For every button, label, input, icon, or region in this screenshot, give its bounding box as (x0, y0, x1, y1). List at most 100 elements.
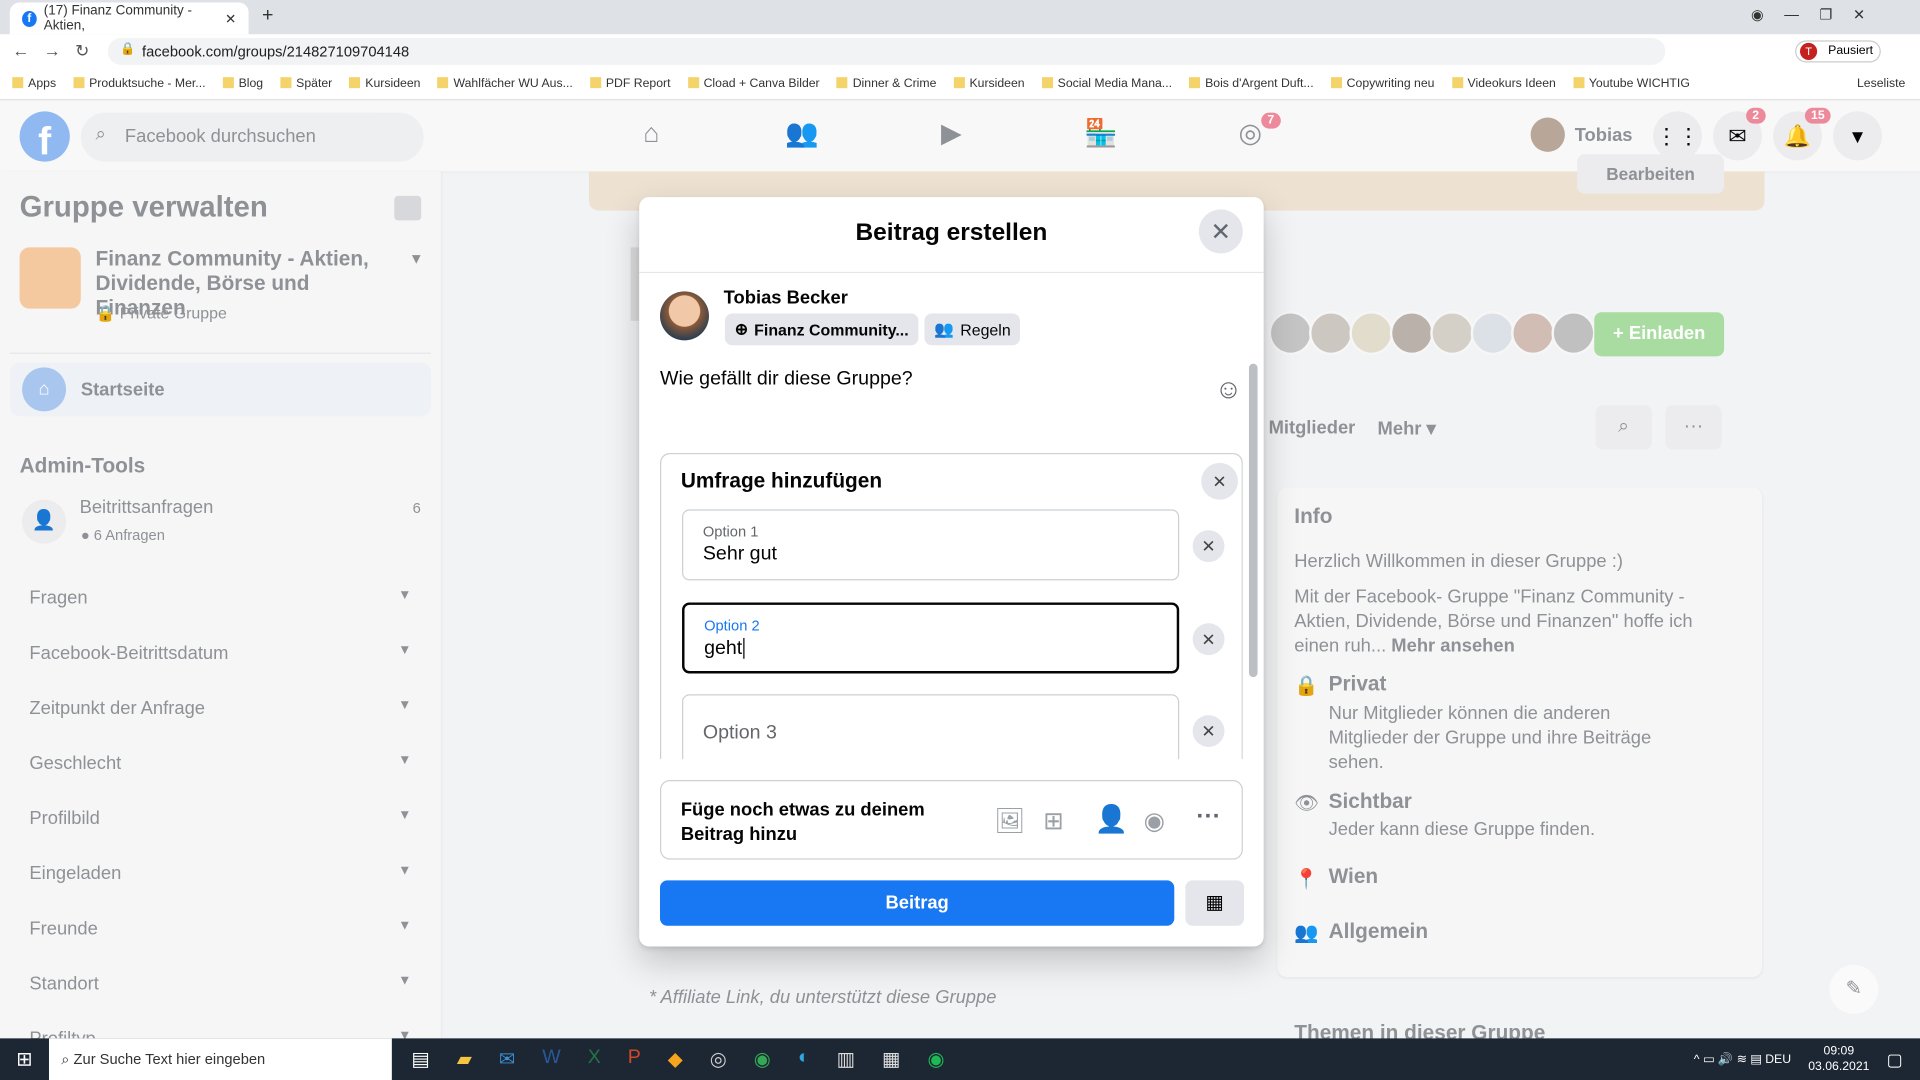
bookmark-item[interactable]: Dinner & Crime (836, 77, 936, 91)
bookmark-item[interactable]: Später (280, 77, 332, 91)
filter-dropdown[interactable]: Profilbild ▼ (29, 808, 411, 829)
invite-button[interactable]: + Einladen (1594, 312, 1725, 357)
post-text-input[interactable]: Wie gefällt dir diese Gruppe? (660, 369, 913, 391)
filter-dropdown[interactable]: Facebook-Beitrittsdatum ▼ (29, 643, 411, 664)
new-tab-icon[interactable]: + (262, 5, 273, 27)
member-avatar[interactable] (1308, 311, 1354, 356)
remove-option-3-icon[interactable]: ✕ (1192, 715, 1225, 747)
close-tab-icon[interactable]: ✕ (225, 10, 236, 27)
member-avatar[interactable] (1511, 311, 1556, 356)
windows-taskbar: ⊞ ⌕ Zur Suche Text hier eingeben ▤ ▰ ✉ W X P ◆… (0, 1038, 1920, 1080)
filter-dropdown[interactable]: Fragen ▼ (29, 588, 411, 609)
remove-poll-icon[interactable]: ✕ (1201, 462, 1238, 500)
collapse-sidebar-icon[interactable] (394, 195, 422, 221)
close-dialog-icon[interactable]: ✕ (1198, 209, 1243, 254)
member-avatar[interactable] (1349, 311, 1394, 356)
filter-dropdown[interactable]: Geschlecht ▼ (29, 753, 411, 774)
filter-dropdown[interactable]: Eingeladen ▼ (29, 863, 411, 884)
poll-option-2-input[interactable]: Option 2 geht (682, 602, 1180, 674)
member-avatar[interactable] (1551, 311, 1596, 356)
audience-selector[interactable]: ⊕ Finanz Community... (724, 313, 919, 346)
poll-option-3-input[interactable]: Option 3 (682, 694, 1180, 760)
video-add-icon[interactable]: ⊞ (1043, 806, 1064, 837)
chevron-down-icon: ▼ (398, 587, 412, 603)
tab-members[interactable]: Mitglieder (1269, 418, 1356, 439)
filter-dropdown[interactable]: Zeitpunkt der Anfrage ▼ (29, 698, 411, 719)
member-avatars[interactable] (1268, 311, 1596, 356)
marketplace-nav-icon[interactable]: 🏪 (1082, 118, 1119, 155)
profile-link[interactable]: Tobias (1530, 117, 1633, 152)
new-message-icon[interactable]: ✎ (1829, 964, 1879, 1014)
bookmark-item[interactable]: Copywriting neu (1330, 77, 1434, 91)
friends-nav-icon[interactable]: 👥 (784, 118, 821, 155)
facebook-logo[interactable]: f (19, 111, 70, 163)
edit-cover-button[interactable]: Bearbeiten (1577, 154, 1725, 194)
filter-dropdown[interactable]: Standort ▼ (29, 973, 411, 994)
window-controls[interactable]: ◉ — ❐ ✕ (1751, 6, 1865, 23)
group-icon: ⊕ (734, 319, 749, 338)
sidebar-item-beitrittsanfragen[interactable]: 👤 Beitrittsanfragen ● 6 Anfragen 6 (20, 492, 424, 553)
rules-button[interactable]: 👥 Regeln (924, 313, 1021, 346)
bookmark-item[interactable]: Youtube WICHTIG (1572, 77, 1690, 91)
home-nav-icon[interactable]: ⌂ (633, 118, 670, 155)
reading-list-button[interactable]: Leseliste (1857, 77, 1905, 90)
taskbar-apps[interactable]: ▤ ▰ ✉ W X P ◆ ◎ ◉ ◐ ▥ ▦ ◉ (411, 1047, 944, 1071)
author-avatar[interactable] (660, 291, 709, 341)
facebook-search-input[interactable]: ⌕ Facebook durchsuchen (80, 112, 424, 162)
windows-start-icon[interactable]: ⊞ (0, 1047, 49, 1071)
sidebar-item-startseite[interactable]: ⌂ Startseite (9, 362, 432, 417)
divider (639, 271, 1264, 274)
lock-icon: 🔒 (120, 42, 136, 57)
nav-buttons[interactable]: ← → ↻ (12, 40, 89, 61)
url-bar[interactable]: 🔒 facebook.com/groups/214827109704148 (107, 37, 1666, 65)
bookmark-item[interactable]: Kursideen (953, 77, 1025, 91)
member-avatar[interactable] (1389, 311, 1434, 356)
bookmark-item[interactable]: Cload + Canva Bilder (687, 77, 820, 91)
bookmark-item[interactable]: Produktsuche - Mer... (73, 77, 206, 91)
more-options-icon[interactable]: ··· (1665, 405, 1722, 450)
bookmark-item[interactable]: Social Media Mana... (1041, 77, 1172, 91)
url-text: facebook.com/groups/214827109704148 (142, 42, 410, 61)
more-link[interactable]: Mehr ansehen (1391, 636, 1515, 657)
member-avatar[interactable] (1430, 311, 1475, 356)
post-button[interactable]: Beitrag (660, 880, 1175, 926)
profile-button[interactable]: T Pausiert (1795, 40, 1881, 63)
bookmark-item[interactable]: Wahlfächer WU Aus... (437, 77, 573, 91)
poll-option-1-input[interactable]: Option 1 Sehr gut (682, 509, 1180, 581)
group-thumbnail[interactable] (19, 247, 81, 309)
bookmark-item[interactable]: Blog (222, 77, 263, 91)
bookmark-item[interactable]: Apps (12, 77, 56, 91)
group-search-icon[interactable]: ⌕ (1595, 405, 1652, 450)
sidebar-title: Gruppe verwalten (19, 191, 268, 225)
chevron-down-icon[interactable]: ▼ (409, 250, 424, 267)
bookmark-item[interactable]: PDF Report (589, 77, 671, 91)
dialog-scrollbar[interactable] (1248, 363, 1258, 678)
tab-more[interactable]: Mehr ▾ (1378, 418, 1436, 440)
remove-option-1-icon[interactable]: ✕ (1192, 530, 1225, 563)
member-avatar[interactable] (1470, 311, 1515, 356)
messenger-badge: 2 (1746, 107, 1766, 124)
live-video-icon[interactable]: ◉ (1144, 806, 1165, 837)
chevron-down-icon: ▼ (398, 918, 412, 934)
watch-nav-icon[interactable]: ▶ (933, 118, 970, 155)
bookmark-item[interactable]: Kursideen (349, 77, 420, 91)
photo-icon[interactable]: 🖼 (994, 806, 1025, 837)
emoji-icon[interactable]: ☺ (1215, 373, 1243, 405)
taskbar-search-input[interactable]: ⌕ Zur Suche Text hier eingeben (48, 1038, 392, 1080)
account-menu-icon[interactable]: ▾ (1833, 111, 1883, 161)
tag-people-icon[interactable]: 👤 (1095, 803, 1129, 835)
browser-tab[interactable]: f (17) Finanz Community - Aktien, ✕ (9, 2, 249, 35)
remove-option-2-icon[interactable]: ✕ (1192, 623, 1225, 656)
author-name: Tobias Becker (723, 287, 848, 309)
clock[interactable]: 09:09 03.06.2021 (1808, 1043, 1869, 1075)
people-icon: 👥 (934, 319, 955, 338)
filter-dropdown[interactable]: Freunde ▼ (29, 918, 411, 939)
member-avatar[interactable] (1268, 311, 1313, 356)
menu-grid-icon[interactable]: ⋮⋮ (1653, 111, 1703, 161)
notification-center-icon[interactable]: ▢ (1887, 1049, 1903, 1070)
system-tray[interactable]: ^ ▭ 🔊 ≋ ▤ DEU (1694, 1052, 1791, 1065)
bookmark-item[interactable]: Videokurs Ideen (1451, 77, 1556, 91)
more-icon[interactable]: ··· (1196, 803, 1220, 831)
schedule-calendar-icon[interactable]: ▦ (1185, 880, 1245, 926)
bookmark-item[interactable]: Bois d'Argent Duft... (1189, 77, 1314, 91)
